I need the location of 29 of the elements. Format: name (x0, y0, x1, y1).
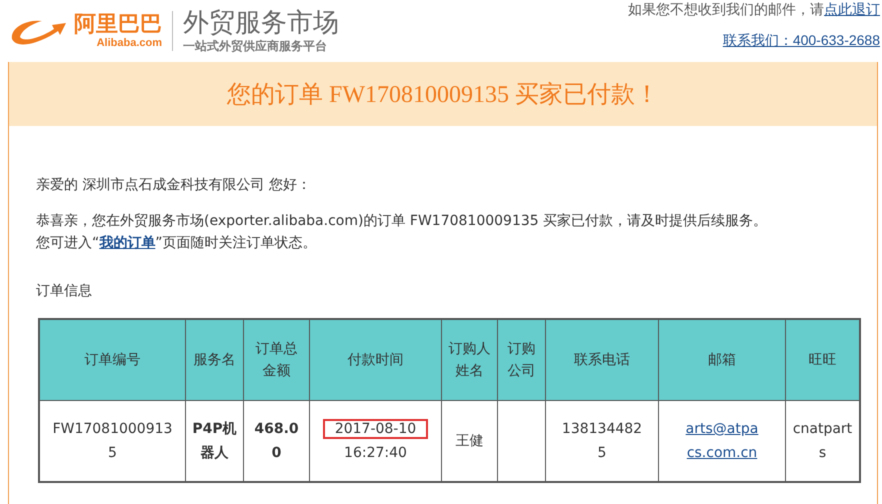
column-header: 订购 公司 (498, 319, 546, 400)
market-name: 外贸服务市场 (183, 8, 339, 38)
column-header: 旺旺 (786, 319, 860, 400)
column-header: 订单总 金额 (244, 319, 310, 400)
column-header: 服务名 (186, 319, 244, 400)
column-header: 联系电话 (546, 319, 658, 400)
column-header: 付款时间 (310, 319, 442, 400)
column-header: 邮箱 (658, 319, 786, 400)
hint-text: 您可进入“我的订单”页面随时关注订单状态。 (36, 234, 318, 252)
section-title: 订单信息 (36, 282, 93, 300)
column-header: 订单编号 (39, 319, 186, 400)
brand-name: 阿里巴巴 (74, 13, 162, 37)
unsubscribe-link[interactable]: 点此退订 (824, 1, 880, 17)
table-cell-text: 138134482 5 (562, 420, 642, 463)
table-cell-text: P4P机 器人 (192, 420, 237, 463)
table-cell-text: 468.0 0 (254, 420, 299, 463)
brand-domain: Alibaba.com (96, 37, 162, 49)
banner-title: 您的订单 FW170810009135 买家已付款！ (227, 80, 659, 110)
unsubscribe-text: 如果您不想收到我们的邮件，请点此退订 (628, 0, 880, 18)
contact-link[interactable]: 联系我们：400-633-2688 (722, 32, 880, 50)
slogan: 一站式外贸供应商服务平台 (183, 38, 328, 54)
my-orders-link[interactable]: 我的订单 (99, 235, 156, 251)
column-header: 订购人 姓名 (442, 319, 498, 400)
table-cell-text: FW17081000913 5 (52, 420, 172, 463)
message: 恭喜亲，您在外贸服务市场(exporter.alibaba.com)的订单 FW170810009135 买家已付款，请及时提供后续服务。 (36, 212, 768, 230)
table-cell-text: cnatpart s (792, 420, 852, 463)
payment-time: 2017-08-10 16:27:40 (322, 417, 428, 465)
greeting: 亲爱的 深圳市点石成金科技有限公司 您好： (36, 176, 312, 194)
table-cell-text: 王健 (456, 432, 484, 451)
